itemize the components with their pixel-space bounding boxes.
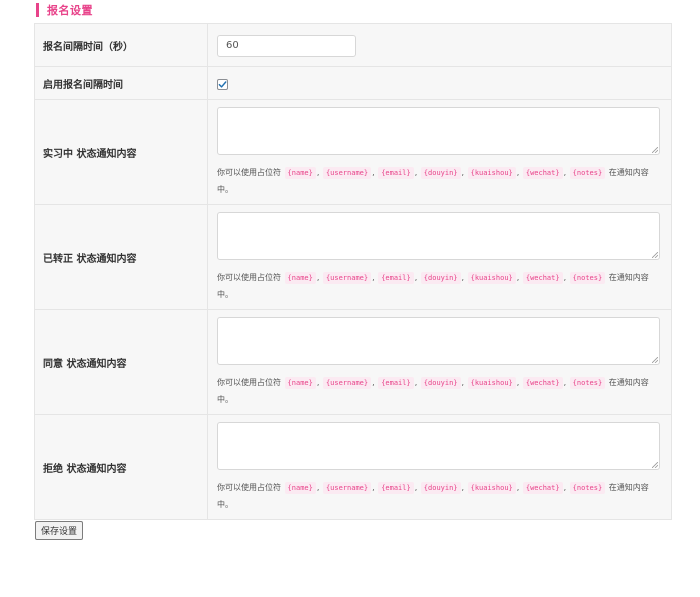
separator: ,	[316, 167, 320, 177]
help-prefix: 你可以使用占位符	[217, 377, 281, 387]
placeholder-help-text: 你可以使用占位符 {name}, {username}, {email}, {d…	[217, 269, 662, 303]
placeholder-tag: {username}	[322, 376, 372, 389]
section-header: 报名设置	[36, 2, 93, 17]
section-accent-bar	[36, 2, 39, 17]
separator: ,	[372, 167, 375, 177]
separator: ,	[372, 482, 375, 492]
separator: ,	[461, 482, 465, 492]
separator: ,	[516, 482, 520, 492]
placeholder-tag: {wechat}	[522, 376, 563, 389]
status-field-cell: 你可以使用占位符 {name}, {username}, {email}, {d…	[207, 204, 672, 310]
resize-handle-icon[interactable]	[652, 251, 658, 258]
placeholder-tag: {douyin}	[420, 376, 461, 389]
placeholder-tag: {kuaishou}	[467, 376, 516, 389]
placeholder-help-text: 你可以使用占位符 {name}, {username}, {email}, {d…	[217, 164, 662, 198]
status-field-cell: 你可以使用占位符 {name}, {username}, {email}, {d…	[207, 99, 672, 205]
status-textarea[interactable]	[217, 421, 660, 470]
interval-field-cell	[207, 23, 672, 67]
save-button[interactable]: 保存设置	[35, 521, 84, 540]
placeholder-help-text: 你可以使用占位符 {name}, {username}, {email}, {d…	[217, 479, 662, 513]
separator: ,	[316, 377, 320, 387]
separator: ,	[316, 272, 320, 282]
placeholder-tag: {name}	[284, 376, 316, 389]
placeholder-tag: {kuaishou}	[467, 481, 516, 494]
placeholder-tag: {wechat}	[522, 481, 563, 494]
resize-handle-icon[interactable]	[652, 146, 658, 153]
placeholder-tag: {wechat}	[522, 271, 563, 284]
status-label: 同意 状态通知内容	[34, 309, 208, 415]
placeholder-tag: {username}	[322, 271, 372, 284]
separator: ,	[563, 272, 567, 282]
placeholder-tag: {douyin}	[420, 481, 461, 494]
placeholder-tag: {douyin}	[420, 271, 461, 284]
placeholder-tag: {wechat}	[522, 166, 563, 179]
settings-page: 报名设置 报名间隔时间（秒） 启用报名间隔时间 实习中 状态通知内容	[0, 0, 700, 597]
status-row: 实习中 状态通知内容 你可以使用占位符 {name}, {username}, …	[34, 99, 672, 205]
enable-interval-row: 启用报名间隔时间	[34, 66, 672, 100]
status-textarea[interactable]	[217, 211, 660, 260]
settings-table: 报名间隔时间（秒） 启用报名间隔时间 实习中 状态通知内容 你可以使用占位符	[34, 23, 672, 520]
section-title: 报名设置	[47, 3, 93, 17]
placeholder-tag: {notes}	[569, 166, 606, 179]
separator: ,	[414, 377, 418, 387]
placeholder-tag: {kuaishou}	[467, 271, 516, 284]
status-field-cell: 你可以使用占位符 {name}, {username}, {email}, {d…	[207, 414, 672, 520]
resize-handle-icon[interactable]	[652, 461, 658, 468]
status-row: 同意 状态通知内容 你可以使用占位符 {name}, {username}, {…	[34, 309, 672, 415]
separator: ,	[516, 272, 520, 282]
status-field-cell: 你可以使用占位符 {name}, {username}, {email}, {d…	[207, 309, 672, 415]
placeholder-help-text: 你可以使用占位符 {name}, {username}, {email}, {d…	[217, 374, 662, 408]
interval-label: 报名间隔时间（秒）	[34, 23, 208, 67]
placeholder-tag: {kuaishou}	[467, 166, 516, 179]
separator: ,	[516, 167, 520, 177]
separator: ,	[414, 272, 418, 282]
status-row: 已转正 状态通知内容 你可以使用占位符 {name}, {username}, …	[34, 204, 672, 310]
separator: ,	[563, 377, 567, 387]
status-label: 拒绝 状态通知内容	[34, 414, 208, 520]
placeholder-tag: {notes}	[569, 376, 606, 389]
enable-interval-checkbox[interactable]	[217, 78, 228, 90]
separator: ,	[461, 272, 465, 282]
separator: ,	[461, 377, 465, 387]
placeholder-tag: {name}	[284, 481, 316, 494]
placeholder-tag: {email}	[378, 481, 414, 494]
interval-row: 报名间隔时间（秒）	[34, 23, 672, 67]
separator: ,	[372, 272, 375, 282]
status-textarea[interactable]	[217, 106, 660, 155]
separator: ,	[461, 167, 465, 177]
help-prefix: 你可以使用占位符	[217, 167, 281, 177]
status-label: 已转正 状态通知内容	[34, 204, 208, 310]
placeholder-tag: {email}	[378, 271, 414, 284]
separator: ,	[316, 482, 320, 492]
status-textarea[interactable]	[217, 316, 660, 365]
separator: ,	[516, 377, 520, 387]
help-prefix: 你可以使用占位符	[217, 482, 281, 492]
enable-interval-field-cell	[207, 66, 672, 100]
interval-input[interactable]	[217, 34, 356, 57]
resize-handle-icon[interactable]	[652, 356, 658, 363]
checkmark-icon	[218, 80, 227, 88]
status-row: 拒绝 状态通知内容 你可以使用占位符 {name}, {username}, {…	[34, 414, 672, 520]
separator: ,	[414, 167, 418, 177]
placeholder-tag: {name}	[284, 271, 316, 284]
separator: ,	[414, 482, 418, 492]
placeholder-tag: {email}	[378, 376, 414, 389]
separator: ,	[563, 482, 567, 492]
status-label: 实习中 状态通知内容	[34, 99, 208, 205]
placeholder-tag: {username}	[322, 481, 372, 494]
placeholder-tag: {name}	[284, 166, 316, 179]
placeholder-tag: {notes}	[569, 481, 606, 494]
placeholder-tag: {douyin}	[420, 166, 461, 179]
separator: ,	[372, 377, 375, 387]
placeholder-tag: {email}	[378, 166, 414, 179]
separator: ,	[563, 167, 567, 177]
help-prefix: 你可以使用占位符	[217, 272, 281, 282]
placeholder-tag: {username}	[322, 166, 372, 179]
enable-interval-label: 启用报名间隔时间	[34, 66, 208, 100]
placeholder-tag: {notes}	[569, 271, 606, 284]
